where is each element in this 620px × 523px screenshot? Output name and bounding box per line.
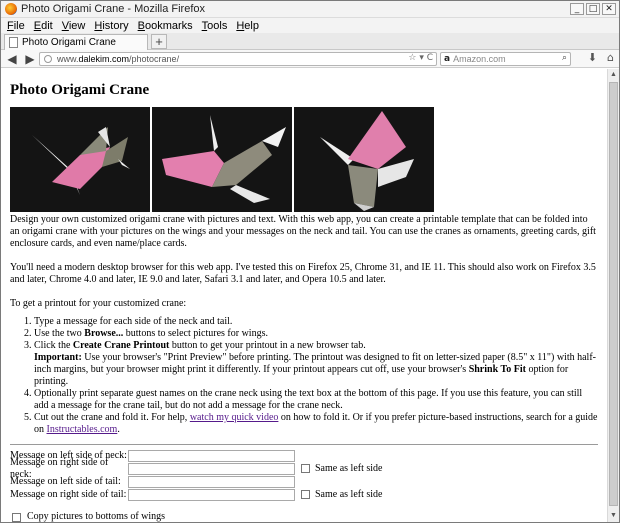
list-item: Optionally print separate guest names on… — [34, 388, 598, 412]
step-1-text: Type a message for each side of the neck… — [34, 316, 233, 327]
firefox-icon — [5, 3, 17, 15]
steps-list: Type a message for each side of the neck… — [10, 316, 598, 436]
vertical-scrollbar[interactable]: ▲ ▼ — [607, 69, 619, 522]
shrink-to-fit-term: Shrink To Fit — [468, 364, 526, 375]
scrollbar-thumb[interactable] — [609, 82, 618, 506]
neck-same-label: Same as left side — [315, 462, 383, 474]
back-arrow-icon[interactable]: ◀ — [5, 52, 19, 66]
tail-left-label: Message on left side of tail: — [10, 475, 121, 487]
list-item: Use the two Browse... buttons to select … — [34, 328, 598, 340]
page-title: Photo Origami Crane — [10, 82, 150, 98]
crane-photo-3 — [294, 107, 434, 212]
search-bar[interactable]: a Amazon.com ⌕ — [440, 52, 571, 66]
browser-window: Photo Origami Crane - Mozilla Firefox _ … — [0, 0, 620, 523]
photo-strip — [10, 107, 598, 212]
intro-paragraph: Design your own customized origami crane… — [10, 214, 596, 249]
tail-left-input[interactable] — [128, 475, 295, 488]
menu-history[interactable]: History — [94, 20, 128, 32]
scroll-down-icon[interactable]: ▼ — [609, 511, 618, 521]
neck-same-checkbox[interactable] — [301, 464, 310, 473]
url-actions[interactable]: ☆ ▾ C — [408, 53, 433, 63]
instructables-link[interactable]: Instructables.com — [47, 424, 118, 435]
toolbar-right: ⬇ ⌂ — [588, 51, 614, 64]
tab-photo-origami-crane[interactable]: Photo Origami Crane — [4, 34, 148, 50]
copy-pictures-label: Copy pictures to bottoms of wings — [27, 511, 166, 522]
menu-file[interactable]: File — [7, 20, 25, 32]
tail-right-label: Message on right side of tail: — [10, 488, 127, 500]
tail-same-label: Same as left side — [315, 488, 383, 500]
menu-bookmarks[interactable]: Bookmarks — [138, 20, 193, 32]
window-title: Photo Origami Crane - Mozilla Firefox — [21, 3, 206, 15]
list-item: Cut out the crane and fold it. For help,… — [34, 412, 598, 436]
search-placeholder: Amazon.com — [453, 54, 506, 64]
neck-left-input[interactable] — [128, 449, 295, 462]
navigation-toolbar: ◀ ▶ www. dalekim.com/photocrane/ ☆ ▾ C a … — [1, 50, 619, 68]
form-row-tail-left: Message on left side of tail: — [10, 475, 598, 488]
step-5-text-end: . — [117, 424, 120, 435]
page-icon — [9, 37, 18, 48]
url-bar[interactable]: www. dalekim.com/photocrane/ ☆ ▾ C — [39, 52, 437, 66]
step-2-text-end: buttons to select pictures for wings. — [123, 328, 268, 339]
download-icon[interactable]: ⬇ — [588, 51, 597, 64]
tail-right-input[interactable] — [128, 488, 295, 501]
important-label: Important: — [34, 352, 82, 363]
step-3-text: Click the — [34, 340, 73, 351]
form-row-tail-right: Message on right side of tail: Same as l… — [10, 488, 598, 501]
home-icon[interactable]: ⌂ — [607, 51, 614, 64]
list-item: Click the Create Crane Printout button t… — [34, 340, 598, 388]
video-link[interactable]: watch my quick video — [190, 412, 279, 423]
browser-note-paragraph: You'll need a modern desktop browser for… — [10, 262, 596, 285]
tab-bar: Photo Origami Crane + — [1, 33, 619, 50]
menu-bar: File Edit View History Bookmarks Tools H… — [1, 18, 619, 33]
step-2-text: Use the two — [34, 328, 85, 339]
window-controls: _ □ ✕ — [570, 3, 616, 15]
title-bar: Photo Origami Crane - Mozilla Firefox _ … — [1, 1, 619, 18]
form-row-neck-right: Message on right side of neck: Same as l… — [10, 457, 598, 480]
divider — [10, 444, 598, 445]
menu-help[interactable]: Help — [236, 20, 259, 32]
search-icon[interactable]: ⌕ — [562, 53, 567, 63]
copy-pictures-row: Copy pictures to bottoms of wings — [10, 511, 598, 522]
neck-right-input[interactable] — [128, 462, 295, 475]
forward-arrow-icon[interactable]: ▶ — [23, 52, 37, 66]
menu-edit[interactable]: Edit — [34, 20, 53, 32]
close-button[interactable]: ✕ — [602, 3, 616, 15]
page-content: Photo Origami Crane Design your own cust… — [1, 69, 607, 522]
url-path: /photocrane/ — [129, 54, 180, 64]
minimize-button[interactable]: _ — [570, 3, 584, 15]
step-3-text-end: button to get your printout in a new bro… — [169, 340, 366, 351]
browse-term: Browse... — [84, 328, 124, 339]
url-host: dalekim.com — [78, 54, 130, 64]
amazon-icon[interactable]: a — [444, 54, 450, 64]
url-prefix: www. — [57, 54, 79, 64]
crane-photo-2 — [152, 107, 292, 212]
scroll-up-icon[interactable]: ▲ — [609, 70, 618, 80]
globe-icon — [44, 55, 52, 63]
step-5-text: Cut out the crane and fold it. For help, — [34, 412, 190, 423]
menu-tools[interactable]: Tools — [202, 20, 228, 32]
copy-pictures-checkbox[interactable] — [12, 512, 21, 522]
menu-view[interactable]: View — [62, 20, 86, 32]
tail-same-checkbox[interactable] — [301, 490, 310, 499]
list-item: Type a message for each side of the neck… — [34, 316, 598, 328]
step-4-text: Optionally print separate guest names on… — [34, 388, 583, 411]
create-crane-term: Create Crane Printout — [72, 340, 170, 351]
steps-intro: To get a printout for your customized cr… — [10, 298, 187, 309]
maximize-button[interactable]: □ — [586, 3, 600, 15]
new-tab-button[interactable]: + — [151, 34, 167, 49]
crane-photo-1 — [10, 107, 150, 212]
tab-label: Photo Origami Crane — [22, 37, 116, 48]
